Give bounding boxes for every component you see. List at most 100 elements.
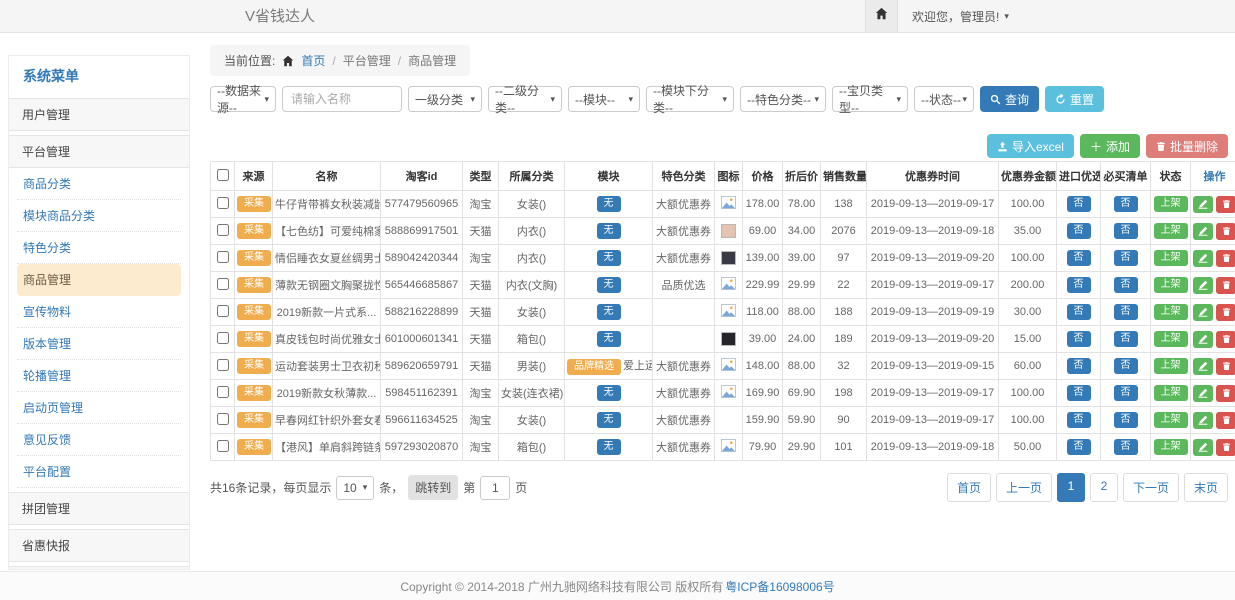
status-badge[interactable]: 上架 [1154, 412, 1188, 428]
row-checkbox[interactable] [217, 197, 229, 209]
delete-button[interactable] [1216, 331, 1235, 348]
must-buy-badge[interactable]: 否 [1114, 196, 1138, 212]
import-select-badge[interactable]: 否 [1067, 250, 1091, 266]
search-button[interactable]: 查询 [980, 86, 1039, 112]
status-badge[interactable]: 上架 [1154, 277, 1188, 293]
import-select-badge[interactable]: 否 [1067, 439, 1091, 455]
delete-button[interactable] [1216, 196, 1235, 213]
must-buy-badge[interactable]: 否 [1114, 331, 1138, 347]
row-checkbox[interactable] [217, 278, 229, 290]
edit-button[interactable] [1193, 250, 1213, 267]
edit-button[interactable] [1193, 196, 1213, 213]
must-buy-badge[interactable]: 否 [1114, 412, 1138, 428]
delete-button[interactable] [1216, 385, 1235, 402]
must-buy-badge[interactable]: 否 [1114, 223, 1138, 239]
filter-select-module[interactable]: --模块--▾ [568, 86, 640, 112]
edit-button[interactable] [1193, 385, 1213, 402]
status-badge[interactable]: 上架 [1154, 196, 1188, 212]
sidebar-item[interactable]: 意见反馈 [17, 424, 181, 456]
page-button[interactable]: 2 [1090, 473, 1118, 502]
delete-button[interactable] [1216, 412, 1235, 429]
add-button[interactable]: ＋ 添加 [1080, 134, 1140, 158]
jump-button[interactable]: 跳转到 [408, 475, 458, 500]
import-select-badge[interactable]: 否 [1067, 412, 1091, 428]
delete-button[interactable] [1216, 439, 1235, 456]
sidebar-item[interactable]: 轮播管理 [17, 360, 181, 392]
filter-select-feature-category[interactable]: --特色分类--▾ [740, 86, 826, 112]
status-badge[interactable]: 上架 [1154, 250, 1188, 266]
status-badge[interactable]: 上架 [1154, 385, 1188, 401]
sidebar-item[interactable]: 消息管理 [9, 566, 189, 570]
filter-select-item-type[interactable]: --宝贝类型--▾ [832, 86, 908, 112]
import-select-badge[interactable]: 否 [1067, 331, 1091, 347]
edit-button[interactable] [1193, 304, 1213, 321]
sidebar-item[interactable]: 商品分类 [17, 168, 181, 200]
page-button[interactable]: 1 [1057, 473, 1085, 502]
status-badge[interactable]: 上架 [1154, 331, 1188, 347]
sidebar-item[interactable]: 平台配置 [17, 456, 181, 488]
sidebar-item[interactable]: 特色分类 [17, 232, 181, 264]
home-button[interactable] [865, 0, 898, 32]
must-buy-badge[interactable]: 否 [1114, 358, 1138, 374]
delete-button[interactable] [1216, 223, 1235, 240]
row-checkbox[interactable] [217, 224, 229, 236]
must-buy-badge[interactable]: 否 [1114, 277, 1138, 293]
row-checkbox[interactable] [217, 386, 229, 398]
must-buy-badge[interactable]: 否 [1114, 304, 1138, 320]
import-select-badge[interactable]: 否 [1067, 196, 1091, 212]
import-select-badge[interactable]: 否 [1067, 304, 1091, 320]
status-badge[interactable]: 上架 [1154, 439, 1188, 455]
sidebar-item[interactable]: 宣传物料 [17, 296, 181, 328]
icp-link[interactable]: 粤ICP备16098006号 [725, 578, 834, 595]
filter-select-module-subcategory[interactable]: --模块下分类--▾ [646, 86, 734, 112]
status-badge[interactable]: 上架 [1154, 358, 1188, 374]
breadcrumb-home-link[interactable]: 首页 [301, 52, 325, 69]
status-badge[interactable]: 上架 [1154, 223, 1188, 239]
delete-button[interactable] [1216, 277, 1235, 294]
batch-delete-button[interactable]: 批量删除 [1146, 134, 1228, 158]
import-select-badge[interactable]: 否 [1067, 358, 1091, 374]
edit-button[interactable] [1193, 439, 1213, 456]
import-select-badge[interactable]: 否 [1067, 223, 1091, 239]
filter-select-status[interactable]: --状态--▾ [914, 86, 974, 112]
edit-button[interactable] [1193, 331, 1213, 348]
row-checkbox[interactable] [217, 251, 229, 263]
must-buy-badge[interactable]: 否 [1114, 439, 1138, 455]
sidebar-item[interactable]: 平台管理 [9, 135, 189, 168]
delete-button[interactable] [1216, 358, 1235, 375]
filter-select-level2-category[interactable]: --二级分类--▾ [488, 86, 562, 112]
import-select-badge[interactable]: 否 [1067, 277, 1091, 293]
sidebar-item[interactable]: 省惠快报 [9, 529, 189, 562]
row-checkbox[interactable] [217, 440, 229, 452]
sidebar-item[interactable]: 拼团管理 [9, 492, 189, 525]
sidebar-item[interactable]: 用户管理 [9, 98, 189, 131]
sidebar-item[interactable]: 版本管理 [17, 328, 181, 360]
edit-button[interactable] [1193, 412, 1213, 429]
must-buy-badge[interactable]: 否 [1114, 385, 1138, 401]
import-excel-button[interactable]: 导入excel [987, 134, 1074, 158]
per-page-select[interactable]: 10 ▾ [336, 476, 374, 500]
edit-button[interactable] [1193, 277, 1213, 294]
user-menu[interactable]: 欢迎您，管理员! ▾ [898, 0, 1009, 32]
jump-page-input[interactable] [480, 476, 510, 500]
sidebar-item[interactable]: 模块商品分类 [17, 200, 181, 232]
import-select-badge[interactable]: 否 [1067, 385, 1091, 401]
edit-button[interactable] [1193, 223, 1213, 240]
row-checkbox[interactable] [217, 332, 229, 344]
edit-button[interactable] [1193, 358, 1213, 375]
row-checkbox[interactable] [217, 305, 229, 317]
must-buy-badge[interactable]: 否 [1114, 250, 1138, 266]
status-badge[interactable]: 上架 [1154, 304, 1188, 320]
row-checkbox[interactable] [217, 413, 229, 425]
row-checkbox[interactable] [217, 359, 229, 371]
sidebar-item[interactable]: 启动页管理 [17, 392, 181, 424]
filter-select-level1-category[interactable]: 一级分类▾ [408, 86, 482, 112]
filter-name-input[interactable] [282, 86, 402, 112]
select-all-checkbox[interactable] [217, 169, 229, 181]
delete-button[interactable] [1216, 250, 1235, 267]
page-button[interactable]: 首页 [947, 473, 991, 502]
page-button[interactable]: 上一页 [996, 473, 1052, 502]
delete-button[interactable] [1216, 304, 1235, 321]
page-button[interactable]: 末页 [1184, 473, 1228, 502]
sidebar-item[interactable]: 商品管理 [17, 264, 181, 296]
